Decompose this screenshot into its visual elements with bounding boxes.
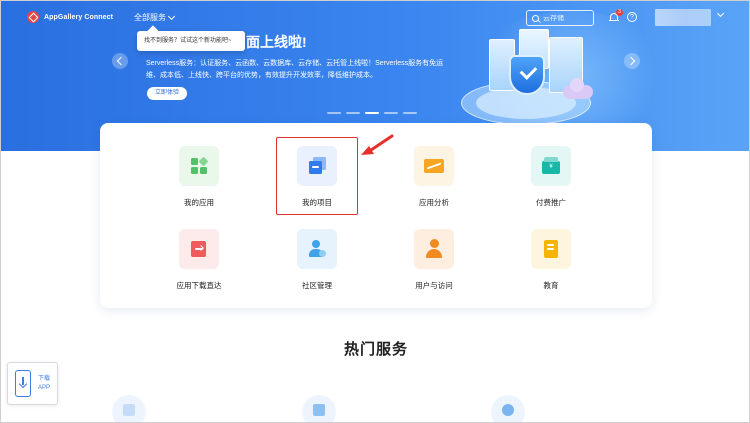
logo-text: AppGallery Connect [44, 13, 114, 21]
banner-next-button[interactable] [624, 53, 640, 69]
all-services-menu[interactable]: 全部服务 [134, 12, 176, 23]
all-services-label: 全部服务 [134, 13, 166, 22]
service-download-direct[interactable]: 应用下载直达 [154, 229, 244, 291]
annotation-arrow-icon [361, 134, 394, 155]
chevron-down-icon [167, 12, 176, 20]
download-direct-icon [179, 229, 219, 269]
hot-service-icon[interactable] [491, 395, 525, 422]
download-label-line1: 下载 [38, 376, 51, 382]
service-community[interactable]: 社区管理 [272, 229, 362, 291]
hot-service-icon[interactable] [302, 395, 336, 422]
phone-download-icon [15, 370, 31, 397]
page-frame: AppGallery Connect 全部服务 3 ? 面上线啦! Server… [0, 0, 750, 423]
help-icon[interactable]: ? [627, 12, 637, 22]
service-paid-promotion[interactable]: ¥ 付费推广 [506, 146, 596, 208]
serverless-illustration [461, 19, 601, 129]
analytics-icon [414, 146, 454, 186]
banner-dot[interactable] [327, 112, 341, 114]
apps-grid-icon [179, 146, 219, 186]
cloud-icon [563, 78, 593, 99]
service-label: 用户与访问 [415, 281, 453, 290]
community-icon [297, 229, 337, 269]
download-app-widget[interactable]: 下载 APP [7, 362, 58, 405]
user-menu-chevron-icon[interactable] [716, 9, 725, 18]
notification-badge: 3 [616, 9, 623, 16]
service-label: 应用下载直达 [176, 281, 222, 290]
highlight-box [276, 137, 358, 215]
service-label: 教育 [543, 281, 559, 290]
education-icon [531, 229, 571, 269]
hot-services-title: 热门服务 [343, 341, 408, 358]
banner-title: 面上线啦! [246, 34, 307, 50]
new-feature-tooltip[interactable]: 找不到服务？试试这个新功能吧~ [137, 31, 245, 51]
banner-dot[interactable] [384, 112, 398, 114]
download-label-line2: APP [38, 385, 51, 391]
banner-pagination [327, 112, 417, 114]
service-label: 付费推广 [536, 198, 566, 207]
paid-promotion-icon: ¥ [531, 146, 571, 186]
service-my-apps[interactable]: 我的应用 [154, 146, 244, 208]
hot-service-icon[interactable] [112, 395, 146, 422]
user-access-icon [414, 229, 454, 269]
brand-logo-icon [27, 11, 39, 23]
banner-dot[interactable] [346, 112, 360, 114]
bell-base [609, 20, 619, 21]
app-logo[interactable]: AppGallery Connect [27, 11, 113, 23]
globe-icon [502, 404, 514, 416]
banner-dot[interactable] [365, 112, 379, 114]
banner-dot[interactable] [403, 112, 417, 114]
tooltip-text: 找不到服务？试试这个新功能吧~ [144, 38, 232, 44]
notification-button[interactable]: 3 [609, 9, 623, 23]
service-label: 我的应用 [184, 198, 214, 207]
service-user-access[interactable]: 用户与访问 [389, 229, 479, 291]
service-education[interactable]: 教育 [506, 229, 596, 291]
user-account-blurred[interactable] [655, 9, 711, 26]
try-now-button[interactable]: 立即体验 [147, 87, 188, 100]
service-thumb-icon [123, 404, 135, 416]
service-thumb-icon [313, 404, 325, 416]
banner-prev-button[interactable] [112, 53, 128, 69]
download-app-label: 下载 APP [38, 375, 50, 393]
shield-check-icon [509, 55, 545, 95]
service-label: 社区管理 [302, 281, 332, 290]
banner-description: Serverless服务：认证服务、云函数、云数据库、云存储、云托管上线啦！Se… [146, 60, 444, 79]
service-label: 应用分析 [419, 198, 449, 207]
service-app-analytics[interactable]: 应用分析 [389, 146, 479, 208]
